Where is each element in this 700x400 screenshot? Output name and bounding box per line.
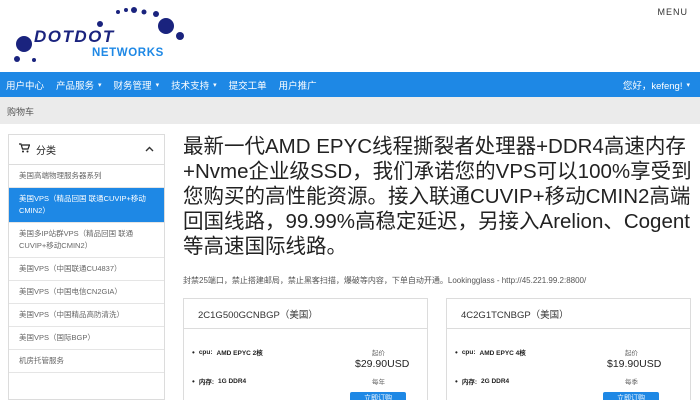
- user-menu[interactable]: 您好，kefeng! ▾: [623, 72, 690, 97]
- bullet-icon: •: [192, 376, 195, 386]
- chevron-up-icon[interactable]: [145, 144, 154, 154]
- spec-label: 内存:: [461, 379, 477, 386]
- nav-item-open-ticket[interactable]: 提交工单: [223, 72, 273, 97]
- nav-item-support[interactable]: 技术支持 ▾: [165, 72, 223, 97]
- cart-icon: [19, 143, 31, 156]
- billing-cycle: 每年: [372, 379, 385, 386]
- spec-label: cpu:: [461, 348, 476, 356]
- sidebar-item-vps-ddos[interactable]: 美国VPS（中国精品高防清洗）: [9, 304, 164, 327]
- spec-label: cpu:: [198, 348, 213, 356]
- spec-value: 1G DDR4: [217, 377, 247, 385]
- spec-ram: • 内存: 2G DDR4: [455, 376, 513, 387]
- price-from-label: 起价: [625, 350, 638, 357]
- service-notice: 封禁25端口，禁止搭建邮局，禁止黑客扫描，爆破等内容，下单自动开通。Lookin…: [183, 276, 587, 285]
- sidebar-item-vps-cu4837[interactable]: 美国VPS（中国联通CU4837）: [9, 258, 164, 281]
- bullet-icon: •: [192, 347, 195, 357]
- nav-label: 用户推广: [278, 80, 317, 92]
- nav-item-billing[interactable]: 财务管理 ▾: [108, 72, 166, 97]
- breadcrumb-current: 购物车: [7, 107, 35, 117]
- price-from-label: 起价: [372, 350, 385, 357]
- site-header: DOTDOT NETWORKS MENU: [0, 0, 700, 72]
- spec-value: AMD EPYC 4核: [479, 350, 526, 357]
- nav-label: 产品服务: [56, 80, 95, 92]
- sidebar-item-physical-servers[interactable]: 美国高端物理服务器系列: [9, 165, 164, 188]
- user-greeting: 您好，kefeng!: [622, 80, 683, 92]
- sidebar-item-colocation[interactable]: 机房托管服务: [9, 350, 164, 373]
- sidebar-item-vps-bgp[interactable]: 美国VPS（国际BGP）: [9, 327, 164, 350]
- spec-cpu: • cpu: AMD EPYC 4核: [455, 347, 530, 358]
- nav-item-affiliates[interactable]: 用户推广: [273, 72, 323, 97]
- nav-label: 财务管理: [113, 80, 152, 92]
- product-title: 4C2G1TCNBGP（美国）: [447, 299, 690, 329]
- sidebar-item-vps-cuvip-cmin2[interactable]: 美国VPS（精品回国 联通CUVIP+移动CMIN2）: [9, 188, 164, 223]
- nav-label: 技术支持: [171, 80, 210, 92]
- bullet-icon: •: [455, 376, 458, 386]
- nav-item-user-center[interactable]: 用户中心: [0, 72, 50, 97]
- product-card: 4C2G1TCNBGP（美国） • cpu: AMD EPYC 4核 • 内存:…: [446, 298, 691, 400]
- product-price: $29.90USD: [355, 358, 410, 370]
- spec-cpu: • cpu: AMD EPYC 2核: [192, 347, 267, 358]
- sidebar-title: 分类: [36, 146, 56, 157]
- spec-value: 2G DDR4: [480, 377, 510, 385]
- sidebar-item-vps-cn2gia[interactable]: 美国VPS（中国电信CN2GIA）: [9, 281, 164, 304]
- sidebar-item-multi-ip-vps[interactable]: 美国多IP站群VPS（精品回国 联通CUVIP+移动CMIN2）: [9, 223, 164, 258]
- sidebar-header[interactable]: 分类: [9, 135, 164, 165]
- main-navbar: 用户中心 产品服务 ▾ 财务管理 ▾ 技术支持 ▾ 提交工单 用户推广 您好，kefe…: [0, 72, 700, 97]
- product-title: 2C1G500GCNBGP（美国）: [184, 299, 427, 329]
- billing-cycle: 每季: [625, 379, 638, 386]
- page-headline: 最新一代AMD EPYC线程撕裂者处理器+DDR4高速内存+Nvme企业级SSD…: [183, 135, 692, 258]
- order-now-button[interactable]: 立即订购: [603, 392, 659, 400]
- breadcrumb: 购物车: [0, 97, 700, 124]
- product-price: $19.90USD: [607, 358, 662, 370]
- menu-button[interactable]: MENU: [658, 7, 689, 17]
- caret-down-icon: ▾: [686, 81, 690, 89]
- nav-label: 用户中心: [6, 80, 45, 92]
- spec-ram: • 内存: 1G DDR4: [192, 376, 250, 387]
- spec-value: AMD EPYC 2核: [216, 350, 263, 357]
- caret-down-icon: ▾: [98, 81, 102, 89]
- spec-label: 内存:: [198, 379, 214, 386]
- nav-item-products[interactable]: 产品服务 ▾: [50, 72, 108, 97]
- dotdot-networks-logo[interactable]: DOTDOT NETWORKS: [8, 2, 198, 68]
- caret-down-icon: ▾: [155, 81, 160, 89]
- order-now-button[interactable]: 立即订购: [350, 392, 406, 400]
- logo-wordmark-top: DOTDOT: [34, 27, 115, 46]
- product-card: 2C1G500GCNBGP（美国） • cpu: AMD EPYC 2核 • 内…: [183, 298, 428, 400]
- bullet-icon: •: [455, 347, 458, 357]
- category-sidebar: 分类 美国高端物理服务器系列 美国VPS（精品回国 联通CUVIP+移动CMIN…: [8, 134, 165, 400]
- nav-label: 提交工单: [228, 80, 267, 92]
- logo-wordmark-bottom: NETWORKS: [92, 47, 164, 59]
- caret-down-icon: ▾: [213, 81, 217, 89]
